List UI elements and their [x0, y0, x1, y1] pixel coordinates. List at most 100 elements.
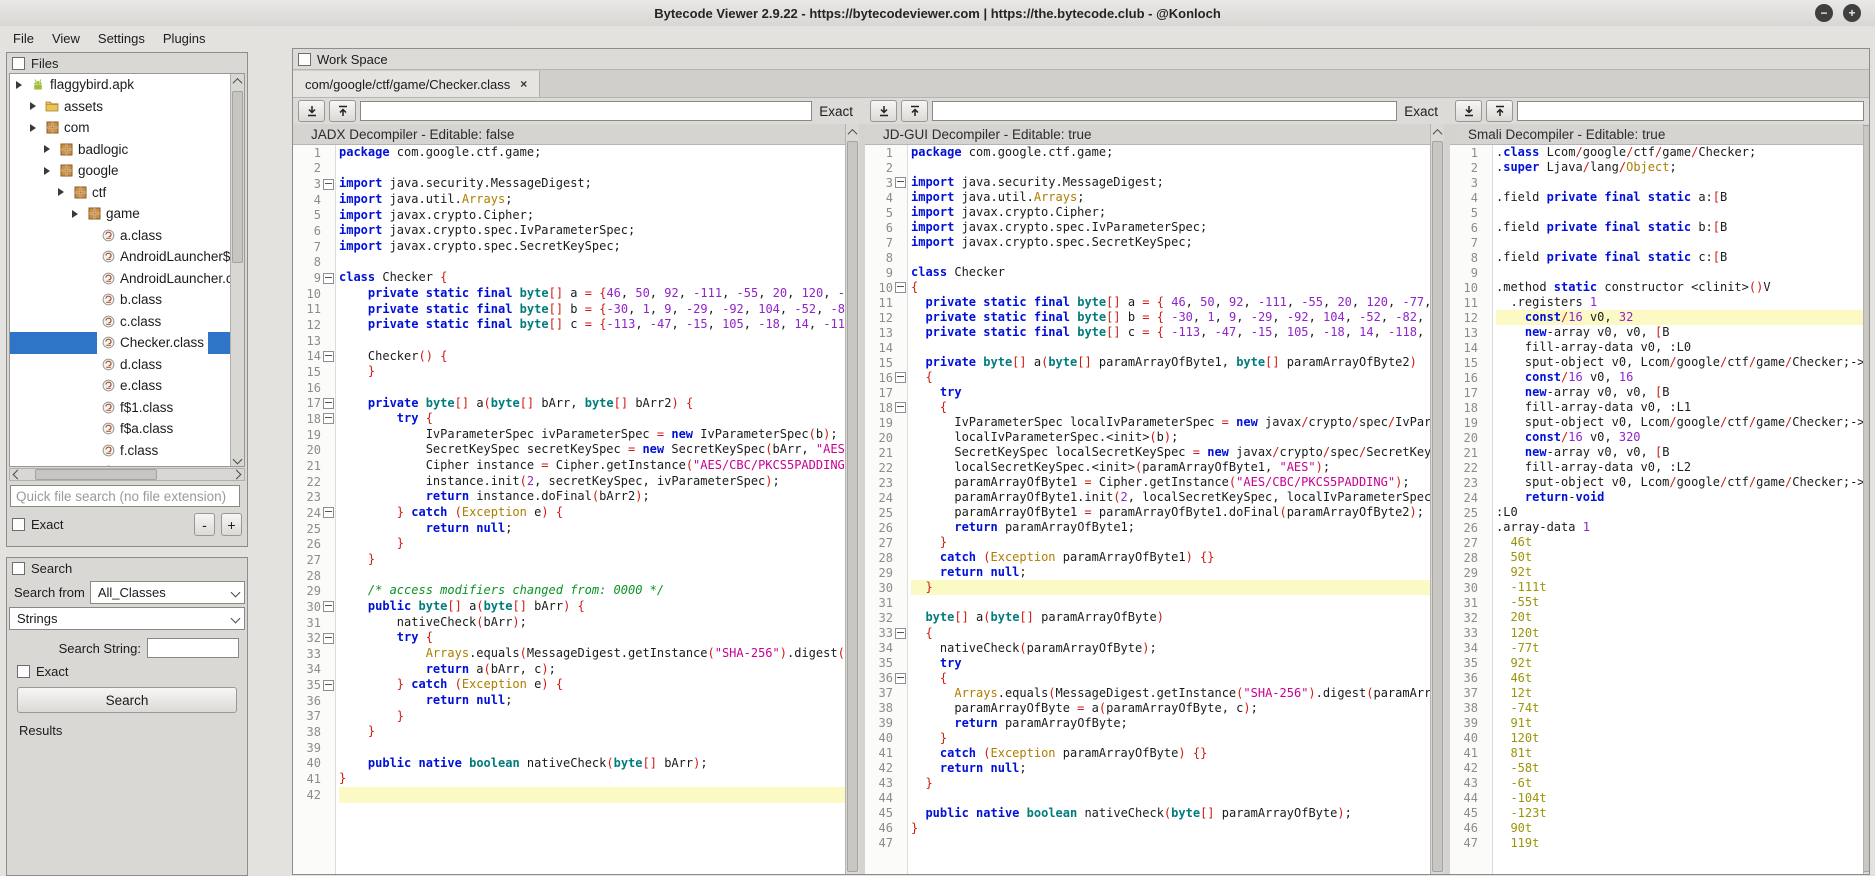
workspace-header: Work Space [293, 49, 1869, 69]
file-tree-vscrollbar[interactable] [230, 74, 244, 466]
code-text[interactable]: package com.google.ctf.game;import java.… [336, 145, 845, 874]
scrollbar-thumb[interactable] [35, 469, 157, 480]
fold-toggle-icon[interactable] [323, 398, 334, 409]
scrollbar-thumb[interactable] [1432, 141, 1443, 872]
tab-close-icon[interactable]: × [520, 77, 527, 91]
expander-icon[interactable] [30, 102, 36, 110]
quick-file-search-input[interactable] [10, 485, 240, 507]
menu-plugins[interactable]: Plugins [154, 28, 215, 49]
expander-icon[interactable] [44, 167, 50, 175]
code-editor-jadx[interactable]: 1234567891011121314151617181920212223242… [293, 145, 845, 874]
vertical-scrollbar[interactable] [1430, 124, 1444, 874]
pane-search-input-jdgui[interactable] [932, 101, 1397, 121]
exact-checkbox[interactable] [12, 518, 25, 531]
fold-toggle-icon[interactable] [323, 351, 334, 362]
fold-toggle-icon[interactable] [323, 273, 334, 284]
menu-file[interactable]: File [4, 28, 43, 49]
fold-toggle-icon[interactable] [323, 413, 334, 424]
vertical-scrollbar[interactable] [845, 124, 859, 874]
tree-item-e-class[interactable]: e.class [10, 375, 244, 397]
scrollbar-thumb[interactable] [847, 141, 858, 872]
search-from-combobox[interactable]: All_Classes [90, 581, 245, 604]
code-editor-smali[interactable]: 1234567891011121314151617181920212223242… [1450, 145, 1863, 874]
scrollbar-thumb[interactable] [232, 91, 243, 263]
tree-item-androidlauncher-class[interactable]: AndroidLauncher.class [10, 268, 244, 290]
load-up-button[interactable] [1486, 100, 1513, 122]
tree-item-g-class[interactable]: g.class [10, 461, 244, 467]
pane-search-input-smali[interactable] [1517, 101, 1864, 121]
code-line: Checker() { [339, 349, 845, 365]
tree-item-checker-class[interactable]: Checker.class [10, 332, 244, 354]
scroll-up-icon[interactable] [234, 74, 241, 88]
save-down-button[interactable] [1455, 100, 1482, 122]
fold-toggle-icon[interactable] [323, 601, 334, 612]
code-line: class Checker { [339, 270, 845, 286]
code-line: private byte[] a(byte[] paramArrayOfByte… [911, 355, 1430, 370]
expander-icon[interactable] [44, 145, 50, 153]
scroll-up-icon[interactable] [1431, 124, 1444, 140]
scroll-left-icon[interactable] [13, 470, 23, 480]
tree-item-game[interactable]: game [10, 203, 244, 225]
tree-item-f-1-class[interactable]: f$1.class [10, 397, 244, 419]
scroll-up-icon[interactable] [846, 124, 859, 140]
code-line: 81t [1496, 746, 1863, 761]
save-down-button[interactable] [298, 100, 325, 122]
save-down-button[interactable] [870, 100, 897, 122]
tree-item-badlogic[interactable]: badlogic [10, 139, 244, 161]
search-type-combobox[interactable]: Strings [9, 607, 245, 630]
tree-item-a-class[interactable]: a.class [10, 225, 244, 247]
increment-button[interactable]: + [221, 513, 242, 536]
pane-smali: Smali Decompiler - Editable: true 123456… [1450, 124, 1869, 874]
fold-toggle-icon[interactable] [323, 680, 334, 691]
code-line [339, 161, 845, 177]
tab-checker-class[interactable]: com/google/ctf/game/Checker.class × [293, 71, 540, 97]
tree-item-google[interactable]: google [10, 160, 244, 182]
load-up-button[interactable] [329, 100, 356, 122]
menu-view[interactable]: View [43, 28, 89, 49]
fold-toggle-icon[interactable] [895, 402, 906, 413]
expander-icon[interactable] [30, 124, 36, 132]
fold-toggle-icon[interactable] [323, 507, 334, 518]
fold-toggle-icon[interactable] [895, 282, 906, 293]
maximize-button[interactable]: + [1843, 4, 1861, 22]
fold-toggle-icon[interactable] [323, 179, 334, 190]
tree-item-flaggybird-apk[interactable]: flaggybird.apk [10, 74, 244, 96]
tree-item-assets[interactable]: assets [10, 96, 244, 118]
detach-checkbox-icon[interactable] [298, 53, 311, 66]
tree-item-ctf[interactable]: ctf [10, 182, 244, 204]
scroll-down-icon[interactable] [234, 452, 241, 466]
tree-item-androidlauncher-1-class[interactable]: AndroidLauncher$1.class [10, 246, 244, 268]
tree-item-f-class[interactable]: f.class [10, 440, 244, 462]
expander-icon[interactable] [72, 210, 78, 218]
vertical-scrollbar[interactable] [1863, 124, 1869, 874]
file-tree-hscrollbar[interactable] [9, 468, 245, 481]
fold-toggle-icon[interactable] [323, 633, 334, 644]
fold-toggle-icon[interactable] [895, 628, 906, 639]
workspace-title: Work Space [317, 52, 388, 67]
fold-toggle-icon[interactable] [895, 673, 906, 684]
expander-icon[interactable] [58, 188, 64, 196]
code-editor-jdgui[interactable]: 1234567891011121314151617181920212223242… [865, 145, 1430, 874]
tree-item-f-a-class[interactable]: f$a.class [10, 418, 244, 440]
decrement-button[interactable]: - [194, 513, 215, 536]
scrollbar-thumb[interactable] [1863, 125, 1869, 872]
fold-toggle-icon[interactable] [895, 372, 906, 383]
tree-item-b-class[interactable]: b.class [10, 289, 244, 311]
menu-settings[interactable]: Settings [89, 28, 154, 49]
search-string-input[interactable] [147, 638, 239, 658]
expander-icon[interactable] [16, 81, 22, 89]
search-button[interactable]: Search [17, 687, 237, 713]
tree-item-d-class[interactable]: d.class [10, 354, 244, 376]
detach-checkbox-icon[interactable] [12, 57, 25, 70]
code-text[interactable]: package com.google.ctf.game;import java.… [908, 145, 1430, 874]
minimize-button[interactable]: − [1815, 4, 1833, 22]
load-up-button[interactable] [901, 100, 928, 122]
pane-search-input-jadx[interactable] [360, 101, 812, 121]
fold-toggle-icon[interactable] [895, 177, 906, 188]
tree-item-c-class[interactable]: c.class [10, 311, 244, 333]
scroll-right-icon[interactable] [232, 470, 242, 480]
search-exact-checkbox[interactable] [17, 665, 30, 678]
tree-item-com[interactable]: com [10, 117, 244, 139]
code-text[interactable]: .class Lcom/google/ctf/game/Checker;.sup… [1493, 145, 1863, 874]
detach-checkbox-icon[interactable] [12, 562, 25, 575]
